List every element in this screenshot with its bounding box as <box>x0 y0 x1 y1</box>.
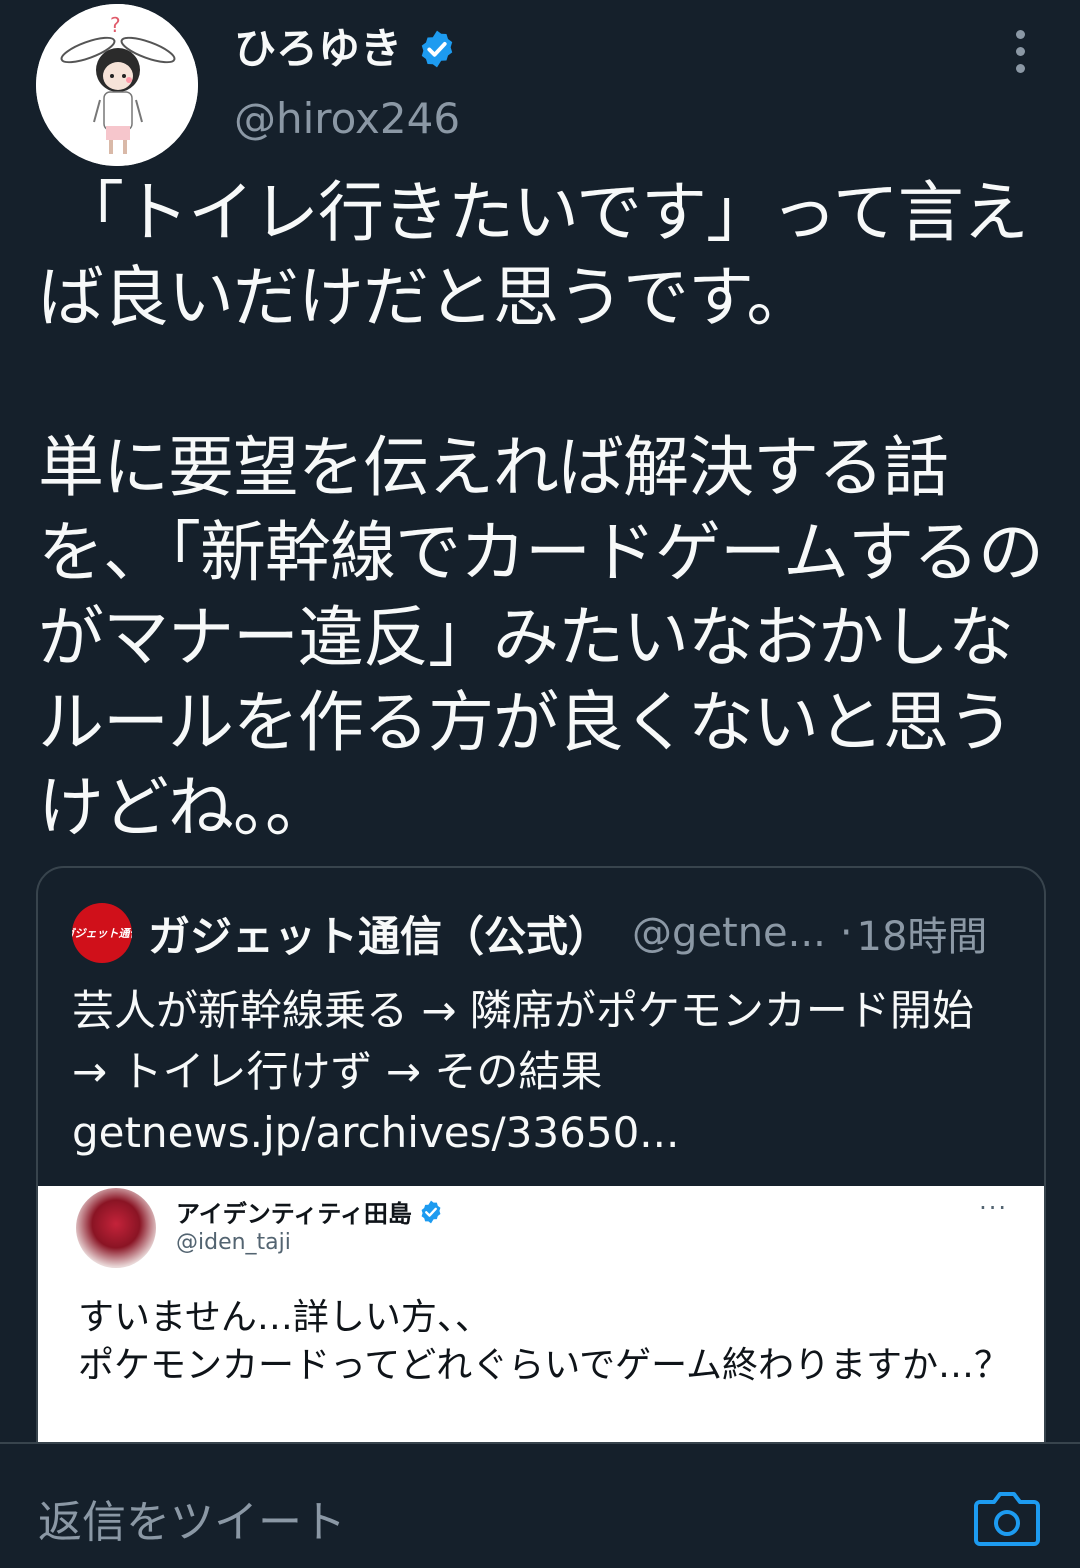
verified-badge-icon <box>421 30 453 68</box>
author-handle[interactable]: @hirox246 <box>234 92 460 146</box>
svg-text:?: ? <box>110 13 121 37</box>
quote-timestamp[interactable]: 18時間 <box>857 904 988 962</box>
more-dot <box>1015 46 1025 56</box>
embedded-handle: @iden_taji <box>176 1230 291 1255</box>
embedded-name-text: アイデンティティ田島 <box>176 1200 412 1228</box>
tweet-text: 「トイレ行きたいです」って言えば良いだけだと思うです。 単に要望を伝えれば解決す… <box>38 174 1044 846</box>
embedded-avatar <box>76 1188 156 1268</box>
embedded-display-name: アイデンティティ田島 <box>176 1194 444 1229</box>
quote-tweet-card[interactable]: ガジェット通信 ガジェット通信（公式） @getne... · 18時間 芸人が… <box>36 866 1046 1470</box>
quote-attached-image[interactable]: アイデンティティ田島 @iden_taji ··· すいません…詳しい方、、 ポ… <box>38 1186 1044 1468</box>
more-dot <box>1015 63 1025 73</box>
reply-input[interactable]: 返信をツイート <box>38 1486 346 1550</box>
quote-header: ガジェット通信 ガジェット通信（公式） @getne... · 18時間 <box>72 902 987 964</box>
quote-text: 芸人が新幹線乗る → 隣席がポケモンカード開始 → トイレ行けず → その結果 … <box>72 986 988 1157</box>
reply-bar: 返信をツイート <box>0 1442 1080 1568</box>
author-avatar[interactable]: ? <box>36 4 198 166</box>
embedded-more-icon: ··· <box>979 1194 1008 1222</box>
embedded-text: すいません…詳しい方、、 ポケモンカードってどれぐらいでゲーム終わりますか…？ <box>78 1297 1011 1386</box>
more-vertical-icon[interactable] <box>1000 26 1040 76</box>
author-name-text: ひろゆき <box>234 24 403 73</box>
bunny-girl-avatar-illustration: ? <box>36 4 198 166</box>
quote-handle[interactable]: @getne... <box>632 910 826 956</box>
quote-separator: · <box>839 910 853 956</box>
author-display-name[interactable]: ひろゆき <box>234 20 458 78</box>
camera-icon[interactable] <box>974 1488 1040 1548</box>
verified-badge-icon <box>421 1200 441 1223</box>
quote-display-name[interactable]: ガジェット通信（公式） <box>148 903 610 964</box>
more-dot <box>1015 29 1025 39</box>
quote-avatar[interactable]: ガジェット通信 <box>72 903 132 963</box>
quote-avatar-logo-text: ガジェット通信 <box>72 927 132 940</box>
